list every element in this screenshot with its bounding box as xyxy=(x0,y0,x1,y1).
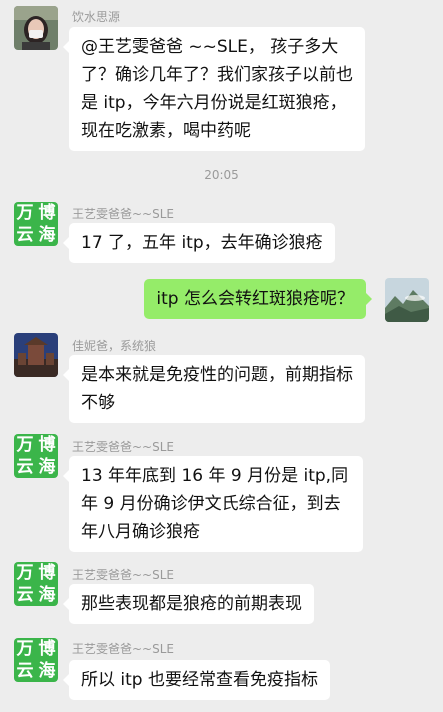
message-bubble[interactable]: itp 怎么会转红斑狼疮呢？ xyxy=(144,279,372,319)
message-bubble[interactable]: @王艺雯爸爸 ~~SLE， 孩子多大了？确诊几年了？我们家孩子以前也是 itp，… xyxy=(63,27,365,151)
wanbo-yunhai-logo: 万博 云海 xyxy=(14,202,58,246)
wanbo-yunhai-logo: 万博 云海 xyxy=(14,562,58,606)
avatar[interactable] xyxy=(385,278,429,322)
message-bubble[interactable]: 13 年年底到 16 年 9 月份是 itp,同年 9 月份确诊伊文氏综合征，到… xyxy=(63,456,363,552)
sender-name: 王艺雯爸爸~~SLE xyxy=(72,568,174,582)
message-bubble[interactable]: 17 了，五年 itp，去年确诊狼疮 xyxy=(63,223,335,263)
timestamp: 20:05 xyxy=(204,168,239,182)
avatar[interactable]: 万博 云海 xyxy=(14,434,58,478)
woman-avatar-icon xyxy=(14,6,58,50)
message-bubble[interactable]: 那些表现都是狼疮的前期表现 xyxy=(63,584,314,624)
message-bubble[interactable]: 所以 itp 也要经常查看免疫指标 xyxy=(63,660,330,700)
avatar[interactable] xyxy=(14,6,58,50)
wanbo-yunhai-logo: 万博 云海 xyxy=(14,638,58,682)
wanbo-yunhai-logo: 万博 云海 xyxy=(14,434,58,478)
avatar[interactable]: 万博 云海 xyxy=(14,638,58,682)
sender-name: 王艺雯爸爸~~SLE xyxy=(72,207,174,221)
sender-name: 饮水思源 xyxy=(72,10,121,24)
building-avatar-icon xyxy=(14,333,58,377)
landscape-avatar-icon xyxy=(385,278,429,322)
avatar[interactable] xyxy=(14,333,58,377)
avatar[interactable]: 万博 云海 xyxy=(14,202,58,246)
avatar[interactable]: 万博 云海 xyxy=(14,562,58,606)
sender-name: 佳妮爸，系统狼 xyxy=(72,339,157,353)
sender-name: 王艺雯爸爸~~SLE xyxy=(72,440,174,454)
message-bubble[interactable]: 是本来就是免疫性的问题，前期指标不够 xyxy=(63,355,365,423)
sender-name: 王艺雯爸爸~~SLE xyxy=(72,642,174,656)
